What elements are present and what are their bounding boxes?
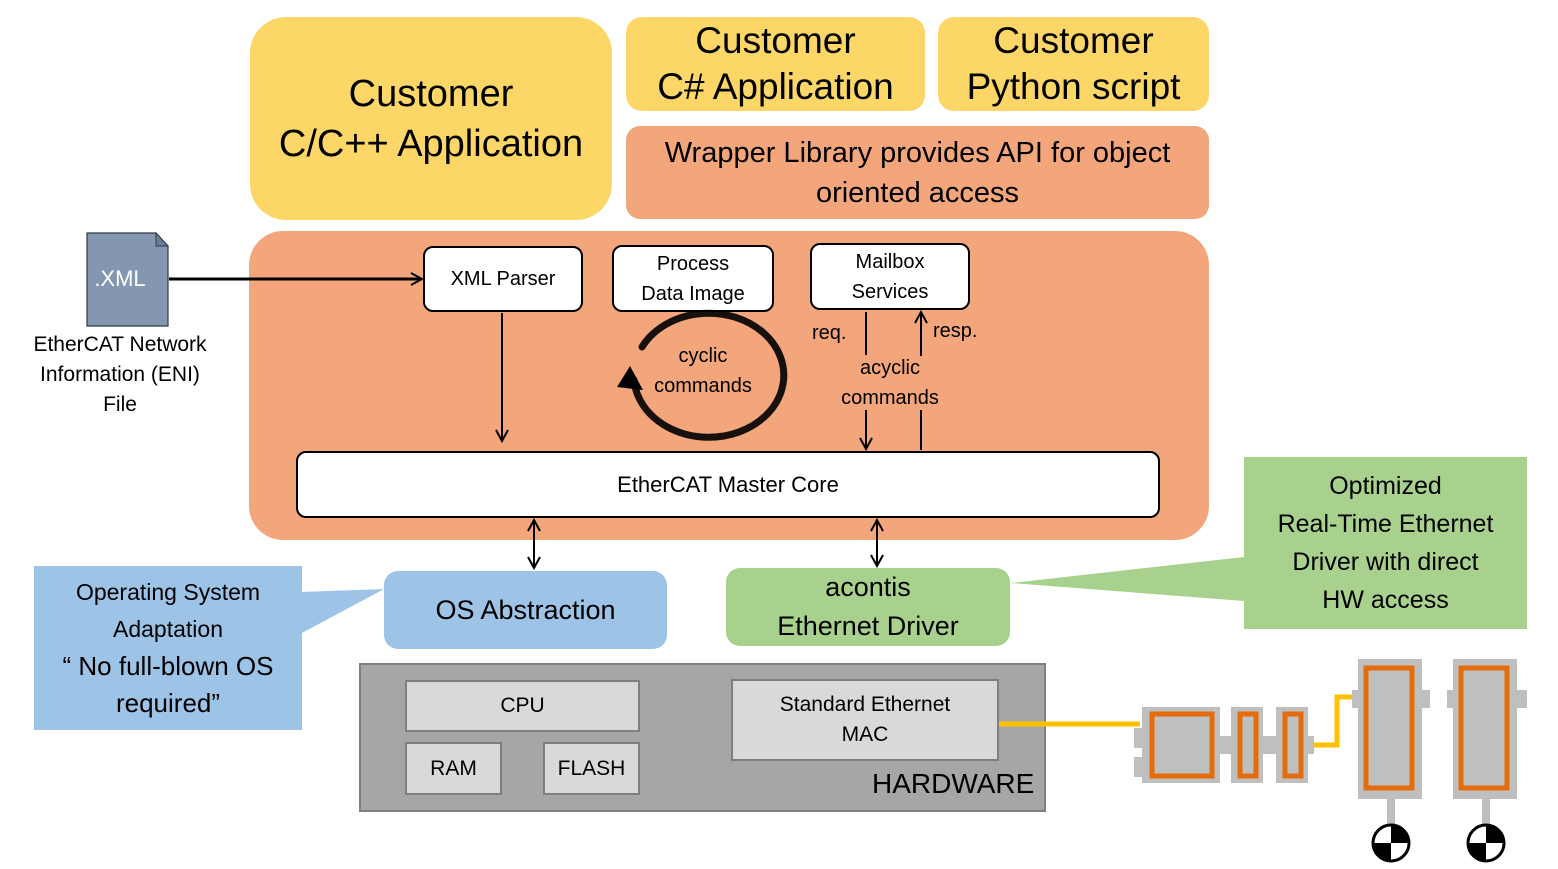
motor-icon-2 [1466,823,1506,863]
eni-file-caption: EtherCAT Network Information (ENI) File [10,330,230,420]
driver-callout-line1: Optimized [1329,472,1442,500]
wrapper-library-box: Wrapper Library provides API for object … [626,126,1209,219]
xml-file-label: .XML [94,266,146,291]
master-core-box: EtherCAT Master Core [296,451,1160,518]
slave-cable-1 [1312,694,1352,748]
os-callout-line1: Operating System [75,579,261,605]
xml-file-icon: .XML [86,231,170,327]
process-data-line1: Process [656,252,730,275]
acyclic-line2: commands [841,387,939,409]
driver-callout: Optimized Real-Time Ethernet Driver with… [1244,457,1527,629]
ethercat-coupler-slave [1134,707,1314,783]
driver-callout-line3: Driver with direct [1292,548,1479,576]
os-callout-line3: “ No full-blown OS [62,651,274,681]
ram-box: RAM [405,742,502,795]
customer-python-script-box: Customer Python script [938,17,1209,111]
driver-callout-line2: Real-Time Ethernet [1277,510,1494,538]
mac-line2: MAC [841,723,889,746]
mailbox-services-box: Mailbox Services [810,243,970,310]
ethernet-driver-line2: Ethernet Driver [777,611,959,641]
xml-parser-box: XML Parser [423,246,583,312]
servo-drive-slave-2 [1447,659,1527,863]
process-data-image-box: Process Data Image [612,245,774,312]
motor-icon-1 [1371,823,1411,863]
customer-csharp-app-box: Customer C# Application [626,17,925,111]
req-label: req. [812,322,847,344]
os-abstraction-label: OS Abstraction [435,594,616,625]
driver-callout-line4: HW access [1322,586,1449,614]
cpu-box: CPU [405,680,640,732]
flash-box: FLASH [543,742,640,795]
os-callout: Operating System Adaptation “ No full-bl… [34,566,302,730]
customer-csharp-line1: Customer [695,20,856,61]
ethernet-mac-box: Standard Ethernet MAC [731,679,999,761]
ethernet-driver-box: acontis Ethernet Driver [726,568,1010,646]
os-abstraction-box: OS Abstraction [384,571,667,649]
resp-label: resp. [933,320,978,342]
driver-callout-tail [1011,557,1244,601]
cpu-label: CPU [500,694,545,717]
os-callout-line2: Adaptation [113,616,223,642]
customer-python-line2: Python script [966,66,1181,107]
cyclic-line1: cyclic [678,345,728,367]
master-core-label: EtherCAT Master Core [617,471,839,497]
mailbox-line1: Mailbox [855,250,925,273]
customer-cpp-app-box: Customer C/C++ Application [250,17,612,220]
wrapper-library-line2: oriented access [815,176,1020,209]
eni-caption-line2: Information (ENI) [40,363,200,386]
customer-csharp-line2: C# Application [657,66,894,107]
flash-label: FLASH [557,756,626,780]
cyclic-commands-label: cyclic commands [633,340,773,402]
acyclic-commands-label: acyclic commands [820,352,960,414]
servo-drive-slave-1 [1352,659,1430,863]
os-callout-tail [300,589,384,634]
xml-parser-label: XML Parser [450,267,556,290]
customer-python-line1: Customer [993,20,1154,61]
eni-caption-line1: EtherCAT Network [33,333,207,356]
eni-caption-line3: File [103,393,137,416]
os-callout-line4: required” [115,688,221,718]
wrapper-library-line1: Wrapper Library provides API for object [664,136,1171,169]
mailbox-line2: Services [851,280,929,303]
ram-label: RAM [430,756,477,780]
ethernet-driver-line1: acontis [825,572,911,602]
customer-cpp-line2: C/C++ Application [278,122,584,165]
hardware-label: HARDWARE [872,768,1035,799]
customer-cpp-line1: Customer [348,72,514,115]
acyclic-line1: acyclic [859,357,920,379]
process-data-line2: Data Image [641,282,745,305]
mac-line1: Standard Ethernet [779,693,951,716]
cyclic-line2: commands [654,375,752,397]
